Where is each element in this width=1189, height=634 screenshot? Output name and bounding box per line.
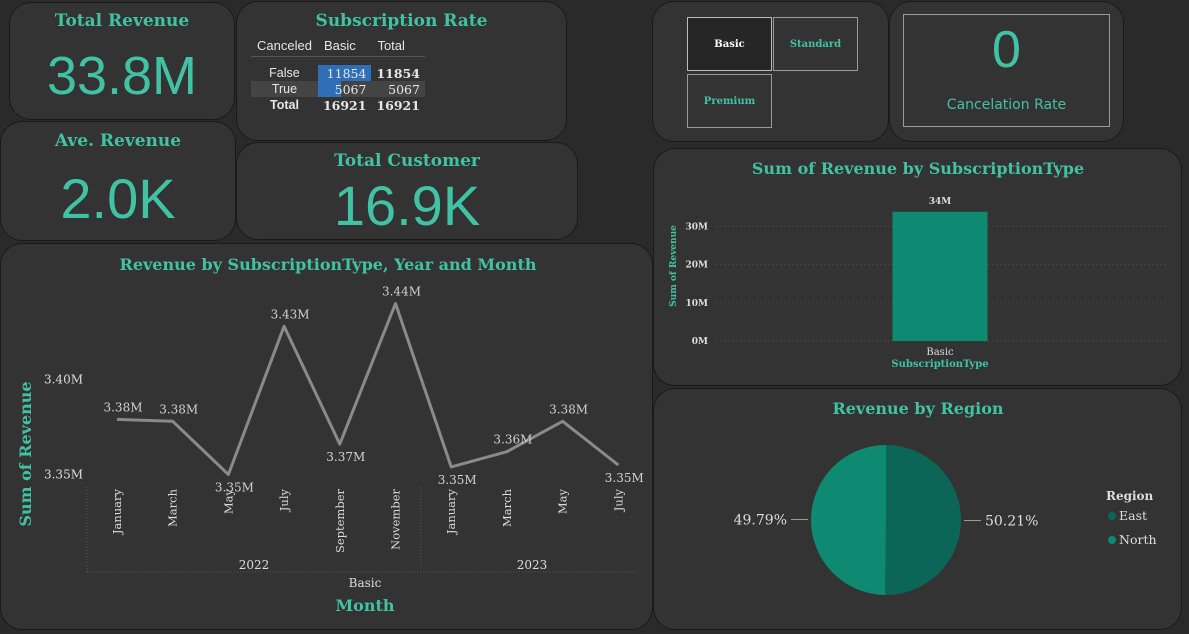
subscription-rate-card: Subscription Rate Canceled Basic Total F… <box>236 1 567 141</box>
matrix-cell-basic: 5067 <box>317 81 372 97</box>
line-x-tick-label: January <box>110 489 124 536</box>
matrix-cell-basic: 16921 <box>322 97 367 113</box>
line-x-tick-label: September <box>333 489 347 554</box>
bar-chart-title: Sum of Revenue by SubscriptionType <box>752 159 1084 178</box>
line-data-label: 3.35M <box>605 471 644 485</box>
cancelation-rate-label: Cancelation Rate <box>946 97 1067 113</box>
cancelation-rate-value: 0 <box>992 21 1021 79</box>
line-chart-title: Revenue by SubscriptionType, Year and Mo… <box>120 255 537 274</box>
bar-y-tick-label: 0M <box>692 337 708 347</box>
line-series-group-label: Basic <box>349 576 382 590</box>
matrix-row-total: Total 16921 16921 <box>251 97 425 113</box>
total-customer-card: Total Customer 16.9K <box>236 142 578 240</box>
line-x-tick-label: July <box>611 489 625 513</box>
line-x-tick-label: March <box>166 488 180 527</box>
matrix-row-true: True 5067 5067 <box>251 81 425 97</box>
pie-chart-title: Revenue by Region <box>832 399 1003 418</box>
revenue-pie-chart-card: Revenue by Region 50.21% 49.79% Region East N… <box>653 388 1182 630</box>
line-y-tick-label: 3.35M <box>44 468 83 482</box>
pie-legend-swatch <box>1108 536 1116 544</box>
line-x-tick-label: November <box>389 488 403 549</box>
line-x-tick-label: May <box>221 489 235 515</box>
line-data-label: 3.38M <box>103 400 142 414</box>
ave-revenue-card: Ave. Revenue 2.0K <box>0 121 236 241</box>
matrix-row-label: True <box>271 82 298 96</box>
matrix-cell-total: 16921 <box>376 97 420 113</box>
line-data-label: 3.37M <box>326 450 365 464</box>
revenue-line-chart: Revenue by SubscriptionType, Year and Mo… <box>16 255 644 615</box>
line-x-tick-label: July <box>277 489 291 513</box>
total-revenue-card: Total Revenue 33.8M <box>9 2 235 120</box>
matrix-header-canceled: Canceled <box>257 37 312 53</box>
line-series-basic <box>116 302 620 476</box>
pie-legend-item[interactable]: East <box>1119 508 1147 523</box>
bar-y-tick-label: 20M <box>686 261 709 271</box>
subscription-slicer-card: Basic Standard Premium <box>652 1 889 142</box>
bar-chart-y-axis-title: Sum of Revenue <box>669 225 679 307</box>
subscription-rate-title: Subscription Rate <box>315 11 488 31</box>
total-revenue-title: Total Revenue <box>54 11 190 31</box>
slicer-option-basic[interactable]: Basic <box>687 17 772 71</box>
line-x-tick-label: May <box>556 489 570 515</box>
bar-x-tick-label: Basic <box>926 347 954 358</box>
line-x-tick-label: March <box>500 488 514 527</box>
bar-data-label: 34M <box>929 197 952 207</box>
pie-legend-title: Region <box>1106 489 1154 503</box>
ave-revenue-value: 2.0K <box>60 167 176 230</box>
pie-data-label: 49.79% <box>734 513 787 529</box>
subscription-matrix: Canceled Basic Total False 11854 11854 True… <box>251 34 425 113</box>
bar-y-tick-label: 10M <box>686 299 709 309</box>
slicer-option-standard[interactable]: Standard <box>773 17 858 71</box>
line-data-label: 3.44M <box>382 285 421 299</box>
revenue-bar-chart-card: Sum of Revenue by SubscriptionType Sum of… <box>653 148 1182 386</box>
revenue-line-chart-card: Revenue by SubscriptionType, Year and Mo… <box>0 243 653 630</box>
pie-legend-item[interactable]: North <box>1119 532 1157 547</box>
revenue-pie-chart: Revenue by Region 50.21% 49.79% Region East N… <box>734 399 1157 595</box>
matrix-header-basic: Basic <box>323 37 356 53</box>
matrix-cell-total: 5067 <box>388 81 420 97</box>
revenue-bar-chart: Sum of Revenue by SubscriptionType Sum of… <box>669 159 1166 370</box>
matrix-row-label: False <box>269 66 300 80</box>
pie-slice-east[interactable] <box>885 445 961 595</box>
slicer-option-premium[interactable]: Premium <box>687 74 772 128</box>
pie-data-label: 50.21% <box>985 513 1038 529</box>
matrix-header-total: Total <box>377 37 405 53</box>
line-data-label: 3.38M <box>159 402 198 416</box>
matrix-header-row: Canceled Basic Total <box>251 34 425 57</box>
bar-chart-x-axis-title: SubscriptionType <box>891 359 988 370</box>
line-chart-y-axis-title: Sum of Revenue <box>16 381 35 526</box>
line-data-label: 3.38M <box>549 402 588 416</box>
matrix-cell-total: 11854 <box>376 65 420 81</box>
total-customer-value: 16.9K <box>333 174 481 237</box>
bar-basic[interactable] <box>892 211 988 341</box>
line-y-tick-label: 3.40M <box>44 373 83 387</box>
line-year-label: 2023 <box>517 558 548 572</box>
pie-legend-swatch <box>1108 512 1116 520</box>
line-year-label: 2022 <box>239 558 270 572</box>
line-data-label: 3.36M <box>493 433 532 447</box>
matrix-row-false: False 11854 11854 <box>251 65 425 81</box>
line-chart-x-axis-title: Month <box>335 596 394 615</box>
line-x-tick-label: January <box>444 489 458 536</box>
line-data-label: 3.35M <box>438 473 477 487</box>
matrix-row-label: Total <box>270 98 299 112</box>
line-data-label: 3.43M <box>271 307 310 321</box>
bar-y-tick-label: 30M <box>686 222 709 232</box>
total-customer-title: Total Customer <box>334 151 480 171</box>
matrix-cell-basic: 11854 <box>317 65 372 81</box>
cancelation-rate-card: 0 Cancelation Rate <box>889 1 1124 142</box>
pie-slice-north[interactable] <box>810 445 886 595</box>
total-revenue-value: 33.8M <box>46 46 198 106</box>
ave-revenue-title: Ave. Revenue <box>54 131 182 151</box>
